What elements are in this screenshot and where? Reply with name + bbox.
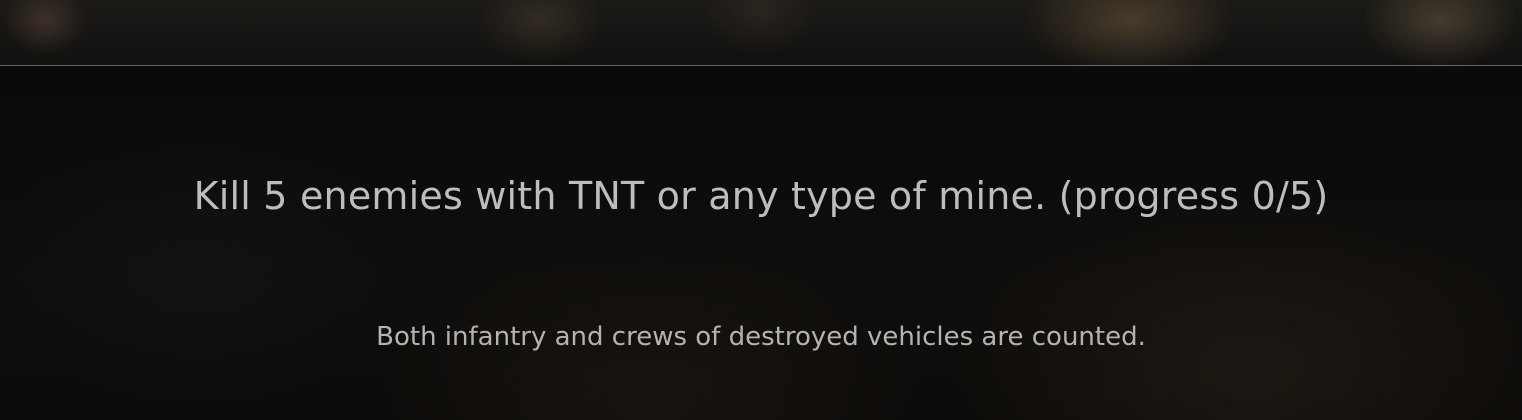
background-art-soldiers	[0, 0, 1522, 65]
task-description: Kill 5 enemies with TNT or any type of m…	[193, 174, 1329, 218]
task-screen: Kill 5 enemies with TNT or any type of m…	[0, 0, 1522, 420]
task-panel	[0, 66, 1522, 420]
task-note: Both infantry and crews of destroyed veh…	[376, 322, 1146, 352]
